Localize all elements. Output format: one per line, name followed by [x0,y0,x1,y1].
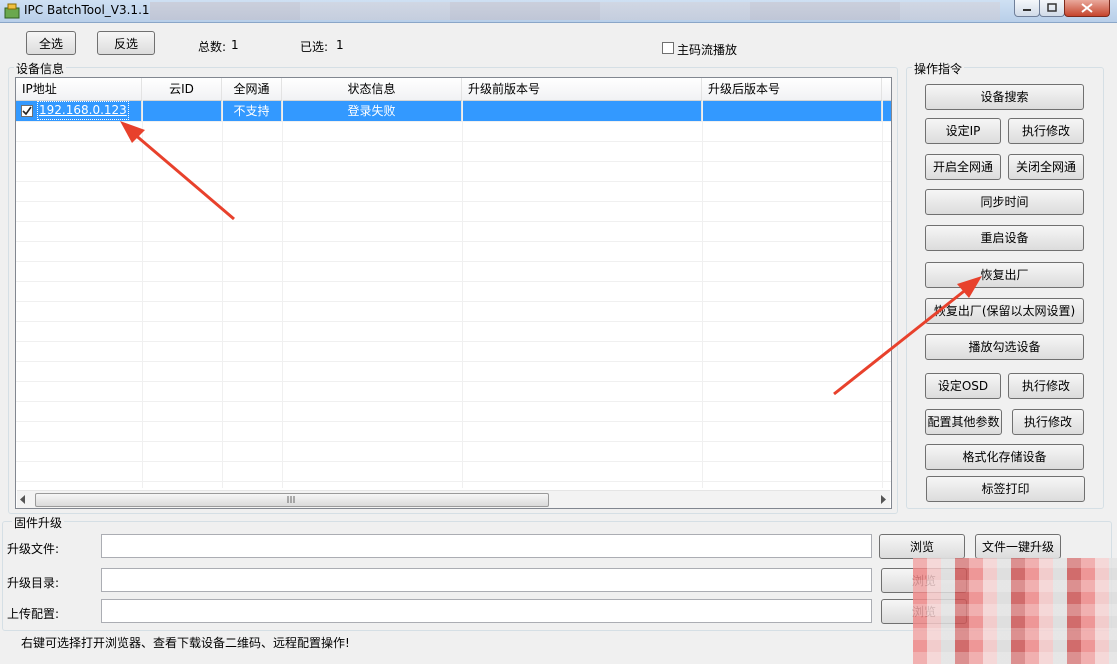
annotation-arrows [120,121,982,396]
arrow-to-ip [120,121,235,221]
arrow-to-factory-reset [833,276,982,396]
